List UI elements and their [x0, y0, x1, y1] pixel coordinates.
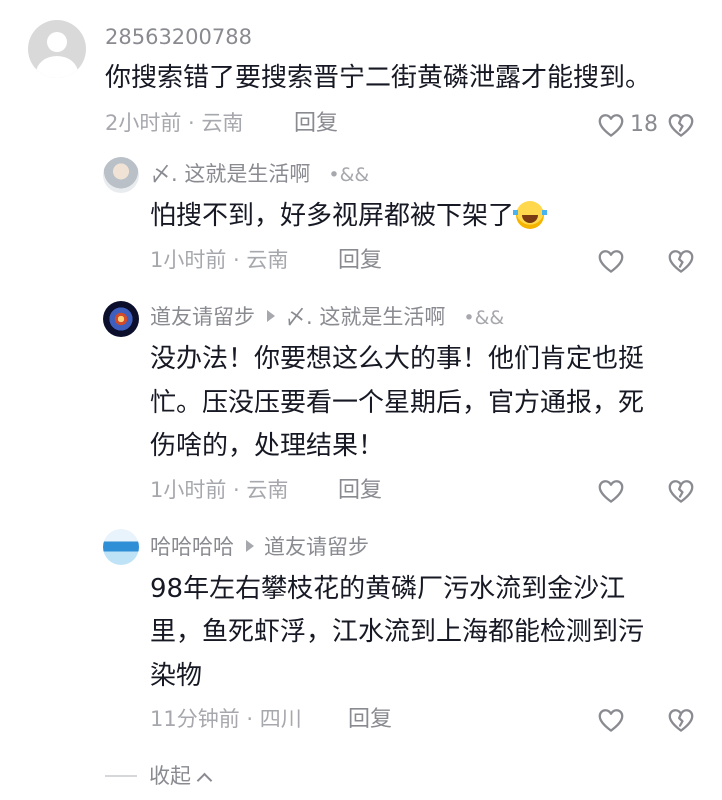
divider: [105, 775, 137, 777]
rolling-laughing-emoji-icon: [513, 201, 548, 229]
user-tag: •&&: [463, 307, 505, 329]
reply-meta: 1小时前 · 云南: [150, 248, 289, 272]
comment-meta: 2小时前 · 云南: [105, 111, 244, 135]
avatar[interactable]: [103, 157, 139, 193]
reply-arrow-icon: [246, 540, 254, 552]
reply-button[interactable]: 回复: [294, 113, 338, 135]
reply-text-line: 染物: [150, 661, 203, 691]
avatar-head-shape: [47, 32, 67, 52]
avatar[interactable]: [103, 529, 139, 565]
like-count: 18: [630, 112, 658, 137]
reply-arrow-icon: [267, 310, 275, 322]
comment-username[interactable]: 28563200788: [105, 27, 252, 48]
reply-to-username[interactable]: 〆. 这就是生活啊: [285, 305, 445, 329]
collapse-label[interactable]: 收起: [149, 764, 191, 788]
reply-button[interactable]: 回复: [338, 480, 382, 502]
broken-heart-icon[interactable]: [666, 705, 696, 735]
reply-meta: 1小时前 · 云南: [150, 478, 289, 502]
heart-icon[interactable]: [596, 705, 626, 735]
reply-username[interactable]: 〆. 这就是生活啊 •&&: [150, 164, 369, 185]
heart-icon[interactable]: [596, 246, 626, 276]
heart-icon[interactable]: [596, 110, 626, 140]
collapse-replies-button[interactable]: 收起: [105, 760, 213, 790]
reply-text-line: 伤啥的，处理结果！: [150, 431, 385, 461]
reply-meta: 11分钟前 · 四川: [150, 707, 302, 731]
reply-text-line: 忙。压没压要看一个星期后，官方通报，死: [150, 388, 645, 418]
reply-username[interactable]: 道友请留步 〆. 这就是生活啊 •&&: [150, 307, 504, 328]
heart-icon[interactable]: [596, 476, 626, 506]
reply-text-line: 怕搜不到，好多视屏都被下架了: [150, 201, 515, 231]
reply-text-line: 里，鱼死虾浮，江水流到上海都能检测到污: [150, 617, 645, 647]
avatar[interactable]: [103, 301, 139, 337]
reply-text: 怕搜不到，好多视屏都被下架了: [150, 196, 548, 236]
reply-text-line: 98年左右攀枝花的黄磷厂污水流到金沙江: [150, 574, 626, 604]
broken-heart-icon[interactable]: [666, 110, 696, 140]
reply-username[interactable]: 哈哈哈哈 道友请留步: [150, 537, 369, 558]
reply-button[interactable]: 回复: [338, 250, 382, 272]
reply-username-text[interactable]: 哈哈哈哈: [150, 535, 234, 559]
broken-heart-icon[interactable]: [666, 476, 696, 506]
reply-button[interactable]: 回复: [348, 709, 392, 731]
reply-to-username[interactable]: 道友请留步: [264, 535, 369, 559]
comment-text: 你搜索错了要搜索晋宁二街黄磷泄露才能搜到。: [105, 63, 652, 93]
user-tag: •&&: [328, 164, 370, 186]
broken-heart-icon[interactable]: [666, 246, 696, 276]
reply-username-text[interactable]: 〆. 这就是生活啊: [150, 162, 310, 186]
reply-text-line: 没办法！你要想这么大的事！他们肯定也挺: [150, 344, 645, 374]
reply-username-text[interactable]: 道友请留步: [150, 305, 255, 329]
avatar[interactable]: [28, 20, 86, 78]
avatar-body-shape: [36, 56, 78, 78]
chevron-up-icon[interactable]: [196, 772, 213, 789]
